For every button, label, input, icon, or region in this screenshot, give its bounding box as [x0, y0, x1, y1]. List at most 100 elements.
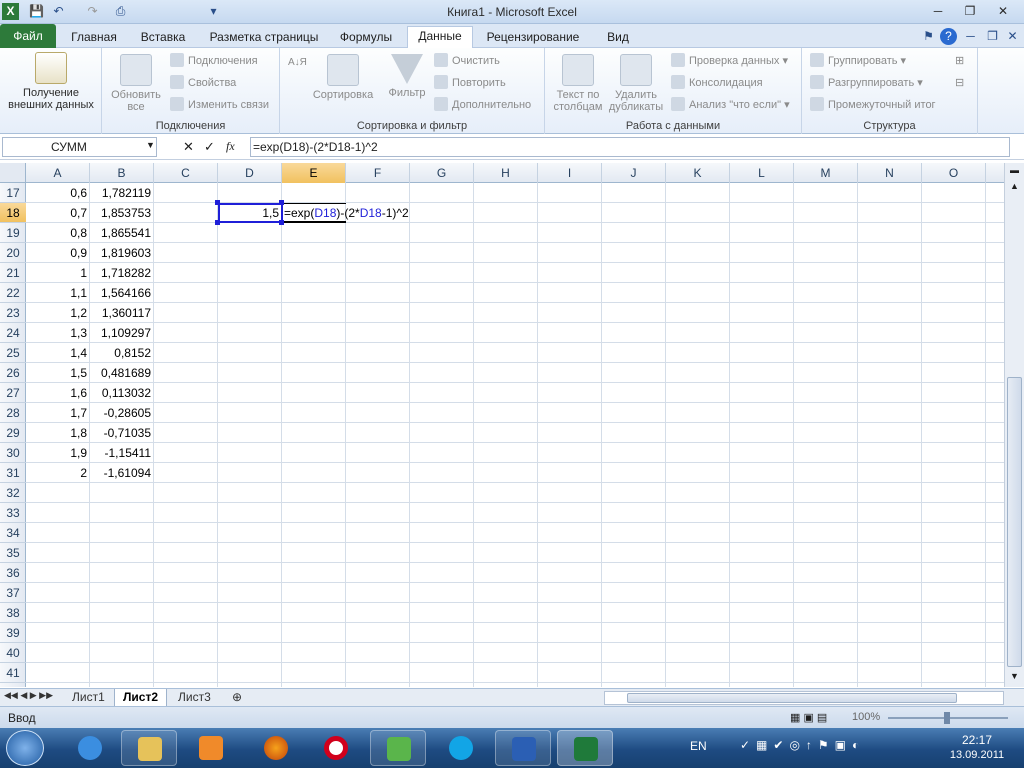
view-buttons[interactable]: ▦ ▣ ▤ [790, 711, 827, 724]
minimize-button[interactable]: ─ [925, 2, 951, 20]
column-header[interactable]: K [666, 163, 730, 183]
advanced-button[interactable]: Дополнительно [434, 96, 531, 114]
row-header[interactable]: 30 [0, 443, 26, 463]
column-header[interactable]: B [90, 163, 154, 183]
column-header[interactable]: I [538, 163, 602, 183]
cell-a[interactable]: 1,1 [26, 283, 90, 303]
close-button[interactable]: ✕ [990, 2, 1016, 20]
language-indicator[interactable]: EN [690, 739, 707, 753]
insert-sheet-icon[interactable]: ⊕ [224, 689, 250, 707]
sheet-nav-icons[interactable]: ◀◀ ◀ ▶ ▶▶ [4, 690, 53, 701]
taskbar-explorer[interactable] [121, 730, 177, 766]
cell-b[interactable]: -1,61094 [90, 463, 154, 483]
tray-icons[interactable]: ✓▦✔◎↑⚑▣◐ [740, 738, 865, 752]
sheet-tab[interactable]: Лист3 [170, 689, 219, 707]
cell-b[interactable]: -0,28605 [90, 403, 154, 423]
taskbar-word[interactable] [495, 730, 551, 766]
remove-duplicates-button[interactable]: Удалить дубликаты [607, 54, 665, 113]
row-header[interactable]: 20 [0, 243, 26, 263]
filter-button[interactable]: Фильтр [382, 54, 432, 99]
row-header[interactable]: 17 [0, 183, 26, 203]
column-header[interactable]: N [858, 163, 922, 183]
name-box-dropdown-icon[interactable]: ▼ [146, 140, 155, 150]
cell-b[interactable]: 1,782119 [90, 183, 154, 203]
cell-a[interactable]: 2 [26, 463, 90, 483]
column-header[interactable]: C [154, 163, 218, 183]
cell-b[interactable]: 0,481689 [90, 363, 154, 383]
subtotal-button[interactable]: Промежуточный итог [810, 96, 936, 114]
sheet-tab[interactable]: Лист1 [64, 689, 113, 707]
taskbar-excel[interactable] [557, 730, 613, 766]
connections-button[interactable]: Подключения [170, 52, 258, 70]
taskbar-opera[interactable] [308, 730, 364, 766]
clock-date[interactable]: 13.09.2011 [940, 749, 1014, 761]
formula-input[interactable]: =exp(D18)-(2*D18-1)^2 [250, 137, 1010, 157]
tab-review[interactable]: Рецензирование [480, 28, 586, 48]
row-header[interactable]: 23 [0, 303, 26, 323]
row-header[interactable]: 27 [0, 383, 26, 403]
ungroup-button[interactable]: Разгруппировать ▾ [810, 74, 923, 92]
column-header[interactable]: O [922, 163, 986, 183]
tab-file[interactable]: Файл [0, 24, 56, 48]
cell-a[interactable]: 0,8 [26, 223, 90, 243]
vertical-scrollbar[interactable]: ▬ ▲ ▼ [1004, 163, 1024, 687]
select-all-corner[interactable] [0, 163, 26, 183]
tab-view[interactable]: Вид [596, 28, 640, 48]
help-icon[interactable]: ? [940, 28, 957, 45]
reapply-button[interactable]: Повторить [434, 74, 506, 92]
hscroll-thumb[interactable] [627, 693, 957, 703]
start-button[interactable] [6, 730, 44, 766]
column-header[interactable]: A [26, 163, 90, 183]
column-header-selected[interactable]: E [282, 163, 346, 183]
split-box[interactable]: ▬ [1007, 165, 1022, 179]
tab-formulas[interactable]: Формулы [333, 28, 399, 48]
consolidate-button[interactable]: Консолидация [671, 74, 763, 92]
selection-handle[interactable] [279, 220, 284, 225]
name-box[interactable]: СУММ [2, 137, 157, 157]
cell-b[interactable]: 1,360117 [90, 303, 154, 323]
row-header[interactable]: 28 [0, 403, 26, 423]
cell-a[interactable]: 1,6 [26, 383, 90, 403]
column-header[interactable]: L [730, 163, 794, 183]
cancel-icon[interactable]: ✕ [183, 139, 194, 155]
zoom-level[interactable]: 100% [852, 711, 880, 723]
scroll-thumb[interactable] [1007, 377, 1022, 667]
cell-a[interactable]: 0,7 [26, 203, 90, 223]
scroll-down-icon[interactable]: ▼ [1007, 671, 1022, 685]
row-header[interactable]: 31 [0, 463, 26, 483]
cell-b[interactable]: 0,113032 [90, 383, 154, 403]
cell-b[interactable]: 1,564166 [90, 283, 154, 303]
row-header[interactable]: 29 [0, 423, 26, 443]
cell-a[interactable]: 1,7 [26, 403, 90, 423]
row-header[interactable]: 37 [0, 583, 26, 603]
taskbar-firefox[interactable] [248, 730, 304, 766]
cell-a[interactable]: 0,6 [26, 183, 90, 203]
column-header[interactable]: J [602, 163, 666, 183]
properties-button[interactable]: Свойства [170, 74, 236, 92]
taskbar-skype[interactable] [433, 730, 489, 766]
enter-icon[interactable]: ✓ [204, 139, 215, 155]
maximize-button[interactable]: ❐ [957, 2, 983, 20]
selection-handle[interactable] [215, 200, 220, 205]
refresh-all-button[interactable]: Обновить все [106, 54, 166, 113]
what-if-button[interactable]: Анализ "что если" ▾ [671, 96, 790, 114]
cell-a[interactable]: 0,9 [26, 243, 90, 263]
cell-a[interactable]: 1,5 [26, 363, 90, 383]
row-header[interactable]: 22 [0, 283, 26, 303]
row-header[interactable]: 19 [0, 223, 26, 243]
row-header[interactable]: 40 [0, 643, 26, 663]
row-header[interactable]: 35 [0, 543, 26, 563]
taskbar-media[interactable] [183, 730, 239, 766]
cell-a[interactable]: 1,3 [26, 323, 90, 343]
tab-insert[interactable]: Вставка [132, 28, 194, 48]
cell-e18-formula[interactable]: =exp(D18)-(2*D18-1)^2 [283, 203, 483, 223]
restore-icon[interactable]: ❐ [984, 28, 1001, 45]
column-header[interactable]: M [794, 163, 858, 183]
row-header[interactable]: 39 [0, 623, 26, 643]
cell-b[interactable]: 0,8152 [90, 343, 154, 363]
cell-a[interactable]: 1,2 [26, 303, 90, 323]
get-external-data-button[interactable]: Получение внешних данных [2, 52, 100, 111]
tab-home[interactable]: Главная [64, 28, 124, 48]
row-header[interactable]: 34 [0, 523, 26, 543]
sort-az-button[interactable]: А↓Я [288, 58, 308, 76]
